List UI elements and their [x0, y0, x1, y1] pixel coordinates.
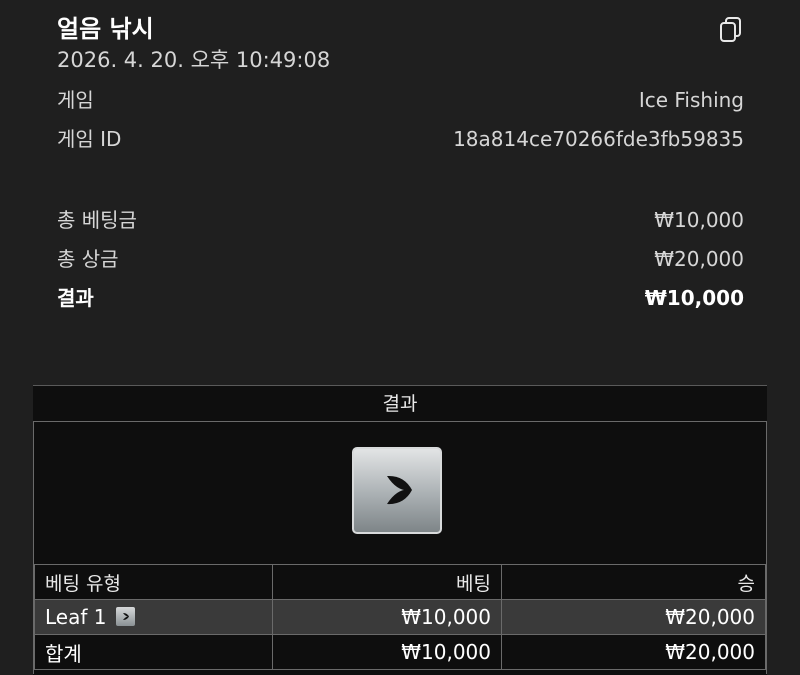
bet-type-cell: Leaf 1	[34, 599, 273, 635]
header: 얼음 낚시 2026. 4. 20. 오후 10:49:08	[57, 12, 744, 74]
col-win: 승	[501, 564, 766, 600]
results-panel: 결과 베팅 유형 베팅 승 Leaf 1 ₩10,000 ₩20,000 합계 …	[33, 385, 767, 675]
copy-icon[interactable]	[718, 16, 744, 44]
game-label: 게임	[57, 88, 94, 112]
game-id-label: 게임 ID	[57, 127, 122, 151]
total-prize-value: ₩20,000	[654, 247, 744, 271]
game-id-row: 게임 ID 18a814ce70266fde3fb59835	[57, 125, 744, 153]
total-label-cell: 합계	[34, 634, 273, 670]
total-bet-label: 총 베팅금	[57, 208, 137, 232]
table-row: Leaf 1 ₩10,000 ₩20,000	[34, 599, 766, 635]
total-bet-value: ₩10,000	[654, 208, 744, 232]
col-bet: 베팅	[272, 564, 502, 600]
game-row: 게임 Ice Fishing	[57, 86, 744, 114]
game-id-value: 18a814ce70266fde3fb59835	[453, 127, 744, 151]
total-bet-row: 총 베팅금 ₩10,000	[57, 206, 744, 234]
bet-type-label: Leaf 1	[45, 605, 107, 629]
bet-amount-cell: ₩10,000	[272, 599, 502, 635]
total-win-cell: ₩20,000	[501, 634, 766, 670]
table-total-row: 합계 ₩10,000 ₩20,000	[34, 634, 766, 670]
leaf-result-tile	[352, 447, 442, 534]
total-prize-label: 총 상금	[57, 247, 119, 271]
round-datetime: 2026. 4. 20. 오후 10:49:08	[57, 48, 331, 72]
col-bet-type: 베팅 유형	[34, 564, 273, 600]
win-amount-cell: ₩20,000	[501, 599, 766, 635]
page-title: 얼음 낚시	[57, 15, 154, 43]
game-history-detail: 얼음 낚시 2026. 4. 20. 오후 10:49:08 게임 Ice Fi…	[0, 0, 800, 675]
table-header-row: 베팅 유형 베팅 승	[34, 564, 766, 600]
leaf-result-icon	[387, 475, 412, 505]
result-row: 결과 ₩10,000	[57, 284, 744, 312]
result-label: 결과	[57, 286, 94, 310]
leaf-mini-icon	[116, 607, 136, 626]
bets-table: 베팅 유형 베팅 승 Leaf 1 ₩10,000 ₩20,000 합계 ₩10…	[34, 564, 766, 670]
total-bet-cell: ₩10,000	[272, 634, 502, 670]
result-value: ₩10,000	[644, 286, 744, 310]
total-prize-row: 총 상금 ₩20,000	[57, 245, 744, 273]
results-heading: 결과	[33, 385, 767, 422]
results-body: 베팅 유형 베팅 승 Leaf 1 ₩10,000 ₩20,000 합계 ₩10…	[33, 421, 767, 674]
game-value: Ice Fishing	[638, 88, 744, 112]
